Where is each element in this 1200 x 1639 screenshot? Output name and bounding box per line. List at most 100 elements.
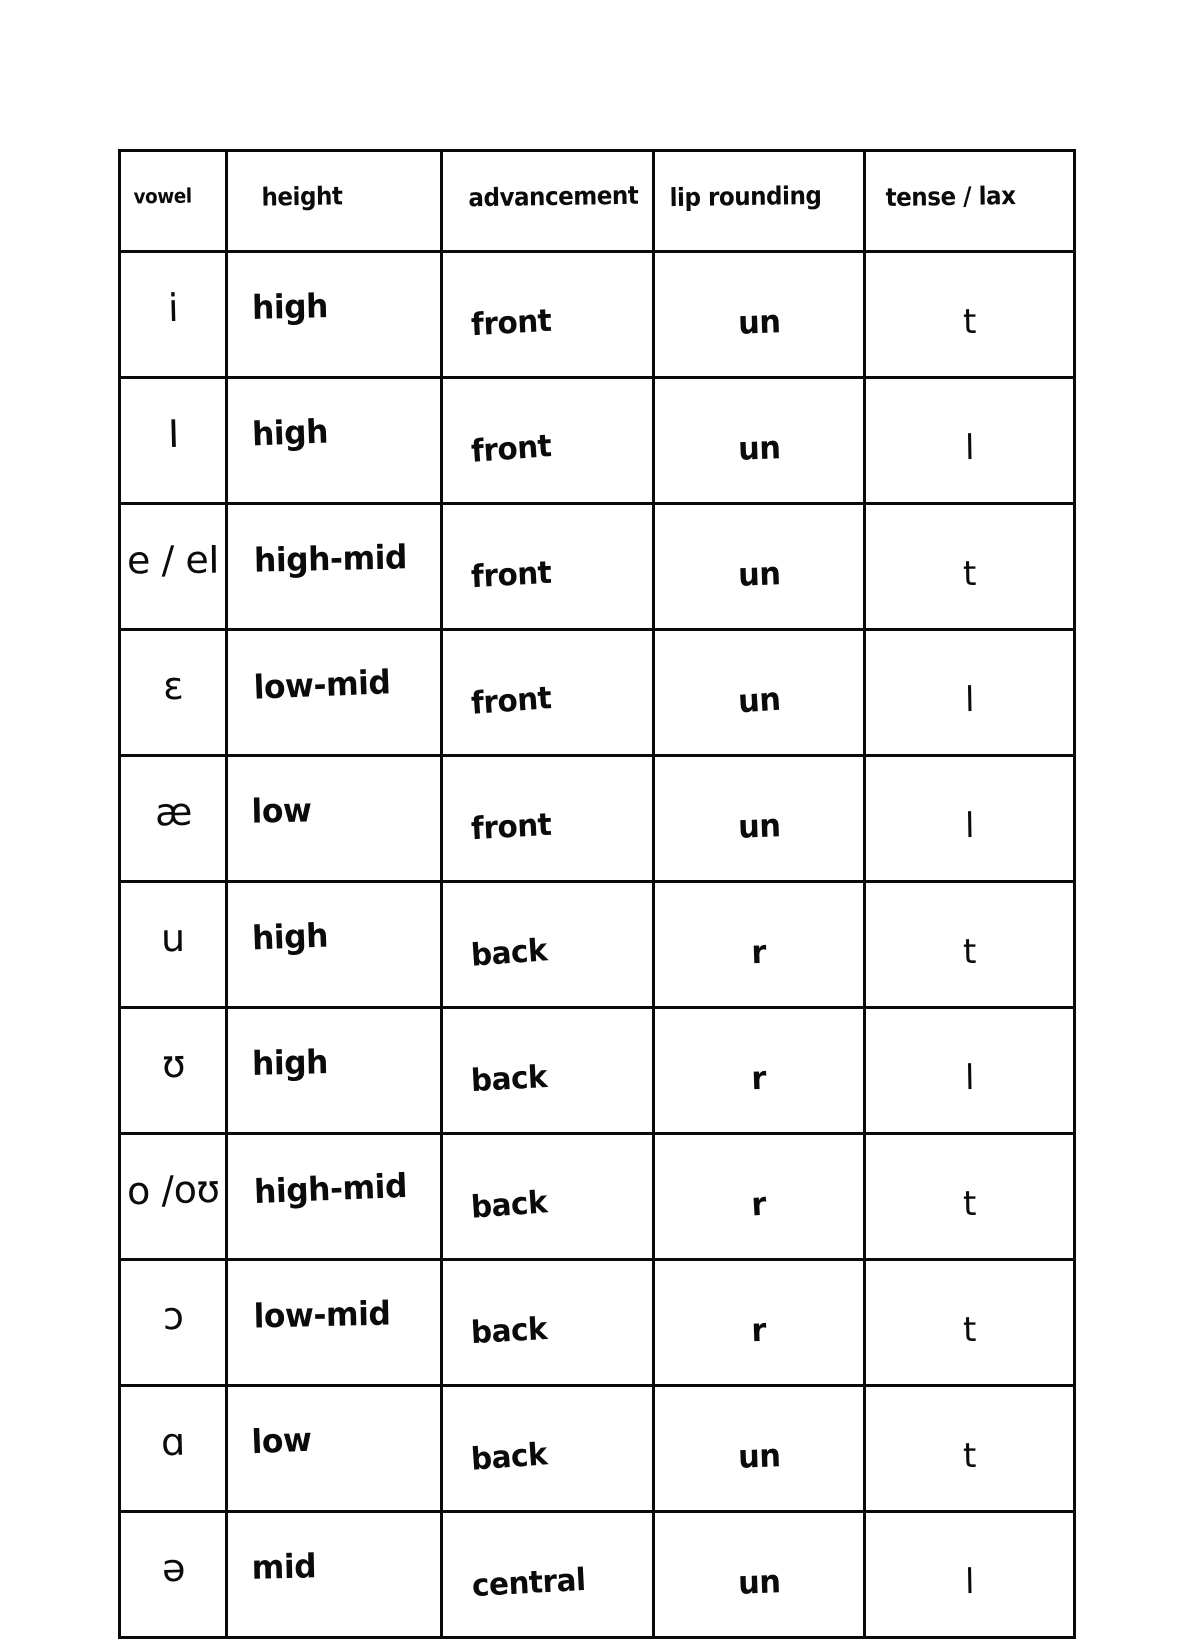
cell-lip-rounding-text: un	[737, 427, 781, 468]
cell-lip-rounding-text: r	[751, 932, 767, 971]
cell-height-text: mid	[251, 1546, 317, 1587]
table-header: vowel height advancement lip rounding te…	[118, 149, 1076, 253]
cell-tense-lax: t	[863, 1258, 1076, 1387]
column-header-height-label: height	[261, 180, 343, 212]
column-header-tense-lax-label: tense / lax	[885, 180, 1016, 212]
table-row: ɛ low-mid front un l	[118, 628, 1076, 757]
cell-height-text: low-mid	[252, 662, 392, 707]
cell-height-text: high	[251, 286, 329, 327]
cell-lip-rounding: un	[652, 376, 866, 505]
cell-height: low	[225, 754, 443, 883]
cell-advancement: back	[440, 1132, 655, 1261]
cell-height: high	[225, 880, 443, 1009]
cell-advancement-text: central	[471, 1561, 587, 1605]
cell-tense-lax: t	[863, 1384, 1076, 1513]
cell-lip-rounding-text: un	[737, 1435, 781, 1476]
header-row: vowel height advancement lip rounding te…	[118, 149, 1076, 253]
cell-lip-rounding: un	[652, 754, 866, 883]
cell-tense-lax-text: t	[962, 931, 977, 972]
cell-vowel: o /oʊ	[118, 1132, 228, 1261]
cell-height-text: high	[251, 411, 329, 454]
cell-lip-rounding: un	[652, 1384, 866, 1513]
cell-advancement: front	[440, 502, 655, 631]
column-header-tense-lax: tense / lax	[863, 149, 1076, 253]
cell-advancement-text: back	[469, 932, 549, 974]
cell-tense-lax: l	[863, 754, 1076, 883]
cell-lip-rounding-text: un	[737, 553, 781, 594]
cell-vowel-text: ə	[160, 1545, 186, 1590]
cell-lip-rounding-text: un	[737, 301, 781, 342]
cell-tense-lax-text: t	[962, 553, 977, 594]
cell-tense-lax: t	[863, 502, 1076, 631]
cell-advancement-text: front	[469, 680, 553, 722]
cell-advancement: front	[440, 754, 655, 883]
cell-height: high	[225, 1006, 443, 1135]
cell-lip-rounding-text: un	[737, 805, 781, 846]
cell-tense-lax-text: t	[962, 1309, 977, 1350]
cell-tense-lax: l	[863, 1006, 1076, 1135]
cell-vowel: I	[118, 376, 228, 505]
cell-tense-lax: l	[863, 1510, 1076, 1639]
cell-tense-lax-text: t	[962, 1435, 977, 1476]
cell-height: high-mid	[225, 502, 443, 631]
cell-tense-lax-text: l	[964, 805, 975, 846]
cell-lip-rounding: un	[652, 502, 866, 631]
cell-vowel-text: i	[167, 285, 179, 330]
cell-lip-rounding: un	[652, 250, 866, 379]
cell-height: low-mid	[225, 1258, 443, 1387]
table-row: u high back r t	[118, 880, 1076, 1009]
column-header-lip-rounding: lip rounding	[652, 149, 866, 253]
cell-advancement: back	[440, 880, 655, 1009]
cell-advancement-text: back	[470, 1310, 548, 1352]
page-sheet: vowel height advancement lip rounding te…	[0, 0, 1200, 1639]
table-row: i high front un t	[118, 250, 1076, 379]
table-row: ʊ high back r l	[118, 1006, 1076, 1135]
cell-advancement-text: front	[470, 554, 553, 596]
table-body: i high front un t Ihigh front un l e / eI high-mid…	[118, 250, 1076, 1639]
column-header-advancement: advancement	[440, 149, 655, 253]
cell-advancement-text: back	[469, 1184, 549, 1226]
cell-vowel: u	[118, 880, 228, 1009]
column-header-lip-rounding-label: lip rounding	[669, 180, 822, 212]
cell-vowel: ɛ	[118, 628, 228, 757]
cell-vowel: ʊ	[118, 1006, 228, 1135]
table-row: ɔ low-mid back r t	[118, 1258, 1076, 1387]
cell-vowel-text: I	[167, 411, 179, 456]
cell-vowel-text: ɑ	[160, 1419, 186, 1464]
cell-vowel-text: æ	[154, 789, 192, 834]
cell-tense-lax: t	[863, 1132, 1076, 1261]
column-header-height: height	[225, 149, 443, 253]
cell-height: high-mid	[225, 1132, 443, 1261]
cell-advancement-text: front	[470, 806, 553, 848]
column-header-advancement-label: advancement	[468, 180, 639, 212]
cell-vowel-text: ɛ	[162, 663, 184, 708]
table-row: Ihigh front un l	[118, 376, 1076, 505]
cell-lip-rounding: r	[652, 1132, 866, 1261]
column-header-vowel-label: vowel	[133, 183, 192, 208]
cell-advancement: central	[440, 1510, 655, 1639]
cell-lip-rounding-text: r	[750, 1184, 768, 1223]
cell-advancement-text: back	[470, 1058, 548, 1100]
cell-advancement-text: front	[470, 302, 553, 344]
cell-tense-lax: t	[863, 880, 1076, 1009]
cell-vowel-text: ʊ	[160, 1041, 186, 1086]
table-row: ɑ low back un t	[118, 1384, 1076, 1513]
cell-vowel-text: e / eI	[126, 537, 220, 582]
cell-height-text: low-mid	[253, 1293, 391, 1336]
cell-tense-lax-text: l	[964, 1057, 975, 1098]
cell-vowel: ɔ	[118, 1258, 228, 1387]
cell-lip-rounding: un	[652, 628, 866, 757]
cell-lip-rounding: r	[652, 1258, 866, 1387]
cell-height: high	[225, 376, 443, 505]
cell-height: mid	[225, 1510, 443, 1639]
cell-vowel-text: u	[161, 915, 185, 960]
cell-tense-lax: l	[863, 376, 1076, 505]
cell-lip-rounding: r	[652, 1006, 866, 1135]
cell-height: low	[225, 1384, 443, 1513]
cell-height: high	[225, 250, 443, 379]
cell-advancement: back	[440, 1384, 655, 1513]
cell-vowel: ə	[118, 1510, 228, 1639]
cell-height-text: low	[251, 790, 312, 831]
cell-height-text: high	[251, 915, 329, 958]
cell-lip-rounding-text: un	[736, 679, 782, 720]
